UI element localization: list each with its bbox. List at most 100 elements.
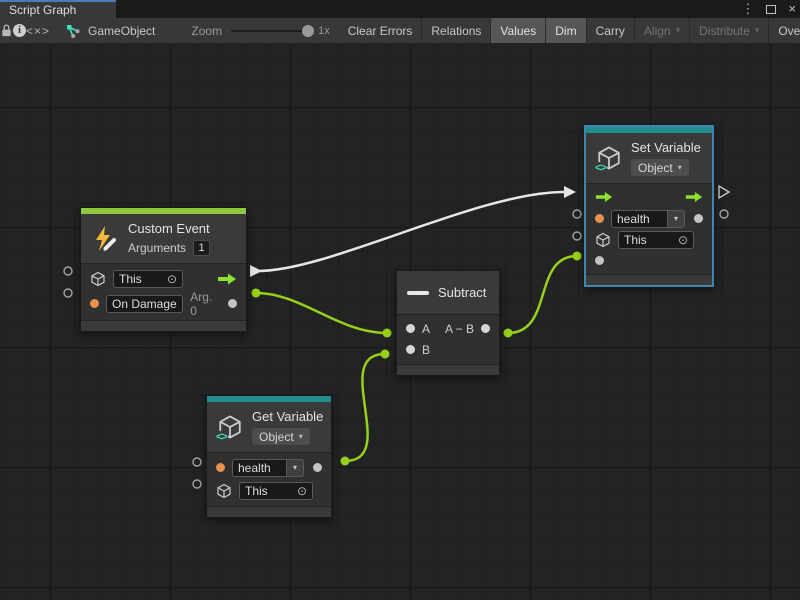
arguments-count-field[interactable]: 1	[193, 240, 210, 256]
event-name-field[interactable]: On Damage	[106, 295, 183, 313]
kebab-menu-icon[interactable]: ⋮	[741, 0, 754, 18]
wire-endpoint-dot	[341, 457, 350, 466]
zoom-label: Zoom	[191, 24, 222, 38]
value-output-port[interactable]	[694, 214, 703, 223]
wire-end-arrow-icon	[564, 186, 576, 198]
chevron-down-icon: ▾	[678, 163, 682, 172]
event-lightning-icon	[91, 225, 119, 253]
zoom-value: 1x	[318, 25, 330, 37]
chevron-down-icon: ▾	[299, 432, 303, 441]
value-output-port[interactable]	[228, 299, 237, 308]
zoom-slider[interactable]	[231, 30, 309, 32]
value-input-port[interactable]	[90, 299, 99, 308]
code-brackets-icon: <>	[594, 162, 607, 174]
input-a-label: A	[422, 322, 430, 336]
node-title: Set Variable	[631, 140, 701, 155]
chevron-down-icon: ▾	[287, 459, 304, 477]
node-set-variable[interactable]: <> Set Variable Object ▾	[584, 125, 714, 287]
zoom-slider-handle[interactable]	[302, 25, 314, 37]
target-field[interactable]: This ⊙	[113, 270, 183, 288]
port-unconnected-circle	[573, 232, 581, 240]
gameobject-label: GameObject	[88, 24, 155, 38]
value-input-port[interactable]	[595, 256, 604, 265]
edit-graph-button[interactable]: <×>	[26, 18, 50, 43]
tab-bar: Script Graph ⋮ ×	[0, 0, 800, 18]
graph-canvas[interactable]: Custom Event Arguments 1 This ⊙	[0, 44, 800, 600]
inspect-button[interactable]: i	[13, 18, 26, 43]
wire-endpoint-dot	[252, 289, 261, 298]
object-picker-icon[interactable]: ⊙	[297, 484, 307, 498]
chevron-down-icon: ▾	[676, 25, 681, 36]
flow-output-port[interactable]	[217, 273, 237, 285]
object-picker-icon[interactable]: ⊙	[678, 233, 688, 247]
value-input-port[interactable]	[595, 214, 604, 223]
value-input-port-b[interactable]	[406, 345, 415, 354]
graph-toolbar: i <×> GameObject Zoom 1x Clear Errors Re…	[0, 18, 800, 44]
node-get-variable[interactable]: <> Get Variable Object ▾ health ▾	[206, 395, 332, 518]
wire-endpoint-dot	[381, 350, 390, 359]
lock-icon	[0, 23, 13, 38]
wire-flow-customevent-setvariable	[258, 192, 564, 271]
port-unconnected-circle	[193, 458, 201, 466]
value-input-port[interactable]	[216, 463, 225, 472]
gameobject-cube-icon	[90, 271, 106, 287]
tab-title: Script Graph	[9, 3, 76, 17]
overview-button[interactable]: Overv	[769, 18, 800, 43]
port-unconnected-circle	[720, 210, 728, 218]
wire-endpoint-dot	[504, 329, 513, 338]
node-footer	[586, 274, 712, 285]
code-icon: <×>	[26, 24, 50, 38]
variable-name-dropdown[interactable]: health ▾	[232, 459, 304, 477]
object-picker-icon[interactable]: ⊙	[167, 272, 177, 286]
script-graph-icon	[65, 23, 81, 39]
chevron-down-icon: ▾	[668, 210, 685, 228]
zoom-control: Zoom 1x	[191, 18, 329, 43]
chevron-down-icon: ▾	[755, 25, 760, 36]
graph-owner[interactable]: GameObject	[50, 18, 155, 43]
node-title: Custom Event	[128, 221, 210, 236]
flow-input-port[interactable]	[595, 191, 613, 203]
target-field[interactable]: This ⊙	[239, 482, 313, 500]
value-input-port-a[interactable]	[406, 324, 415, 333]
arg-label: Arg. 0	[190, 290, 221, 318]
node-title: Subtract	[438, 285, 486, 300]
tab-script-graph[interactable]: Script Graph	[0, 0, 116, 18]
align-dropdown[interactable]: Align ▾	[635, 18, 690, 43]
variable-scope-dropdown[interactable]: Object ▾	[252, 428, 310, 445]
wire-endpoint-dot	[383, 329, 392, 338]
maximize-icon[interactable]	[766, 5, 776, 14]
relations-button[interactable]: Relations	[422, 18, 491, 43]
lock-button[interactable]	[0, 18, 13, 43]
node-subtract[interactable]: Subtract A A − B B	[396, 270, 500, 376]
node-custom-event[interactable]: Custom Event Arguments 1 This ⊙	[80, 207, 247, 332]
input-b-label: B	[422, 343, 430, 357]
flow-output-port[interactable]	[685, 191, 703, 203]
target-field[interactable]: This ⊙	[618, 231, 694, 249]
variable-name-dropdown[interactable]: health ▾	[611, 210, 685, 228]
script-graph-window: Script Graph ⋮ × i <×>	[0, 0, 800, 600]
close-icon[interactable]: ×	[788, 0, 796, 18]
value-output-port[interactable]	[481, 324, 490, 333]
wire-endpoint-dot	[573, 252, 582, 261]
port-unconnected-circle	[573, 210, 581, 218]
clear-errors-button[interactable]: Clear Errors	[339, 18, 423, 43]
arguments-label: Arguments	[128, 241, 186, 255]
port-unconnected-circle	[193, 480, 201, 488]
port-unconnected-flow-triangle	[719, 186, 729, 198]
port-unconnected-circle	[64, 267, 72, 275]
subtract-minus-icon	[407, 291, 429, 295]
window-controls: ⋮ ×	[741, 0, 796, 18]
node-title: Get Variable	[252, 409, 323, 424]
variable-scope-dropdown[interactable]: Object ▾	[631, 159, 689, 176]
node-footer	[397, 364, 499, 375]
port-unconnected-circle	[64, 289, 72, 297]
output-label: A − B	[445, 322, 474, 336]
carry-toggle[interactable]: Carry	[587, 18, 635, 43]
distribute-dropdown[interactable]: Distribute ▾	[690, 18, 769, 43]
value-output-port[interactable]	[313, 463, 322, 472]
wire-start-arrow-icon	[250, 265, 262, 277]
wire-value-subtract-setvariable	[508, 256, 577, 333]
dim-toggle[interactable]: Dim	[546, 18, 586, 43]
node-footer	[207, 506, 331, 517]
values-toggle[interactable]: Values	[491, 18, 546, 43]
